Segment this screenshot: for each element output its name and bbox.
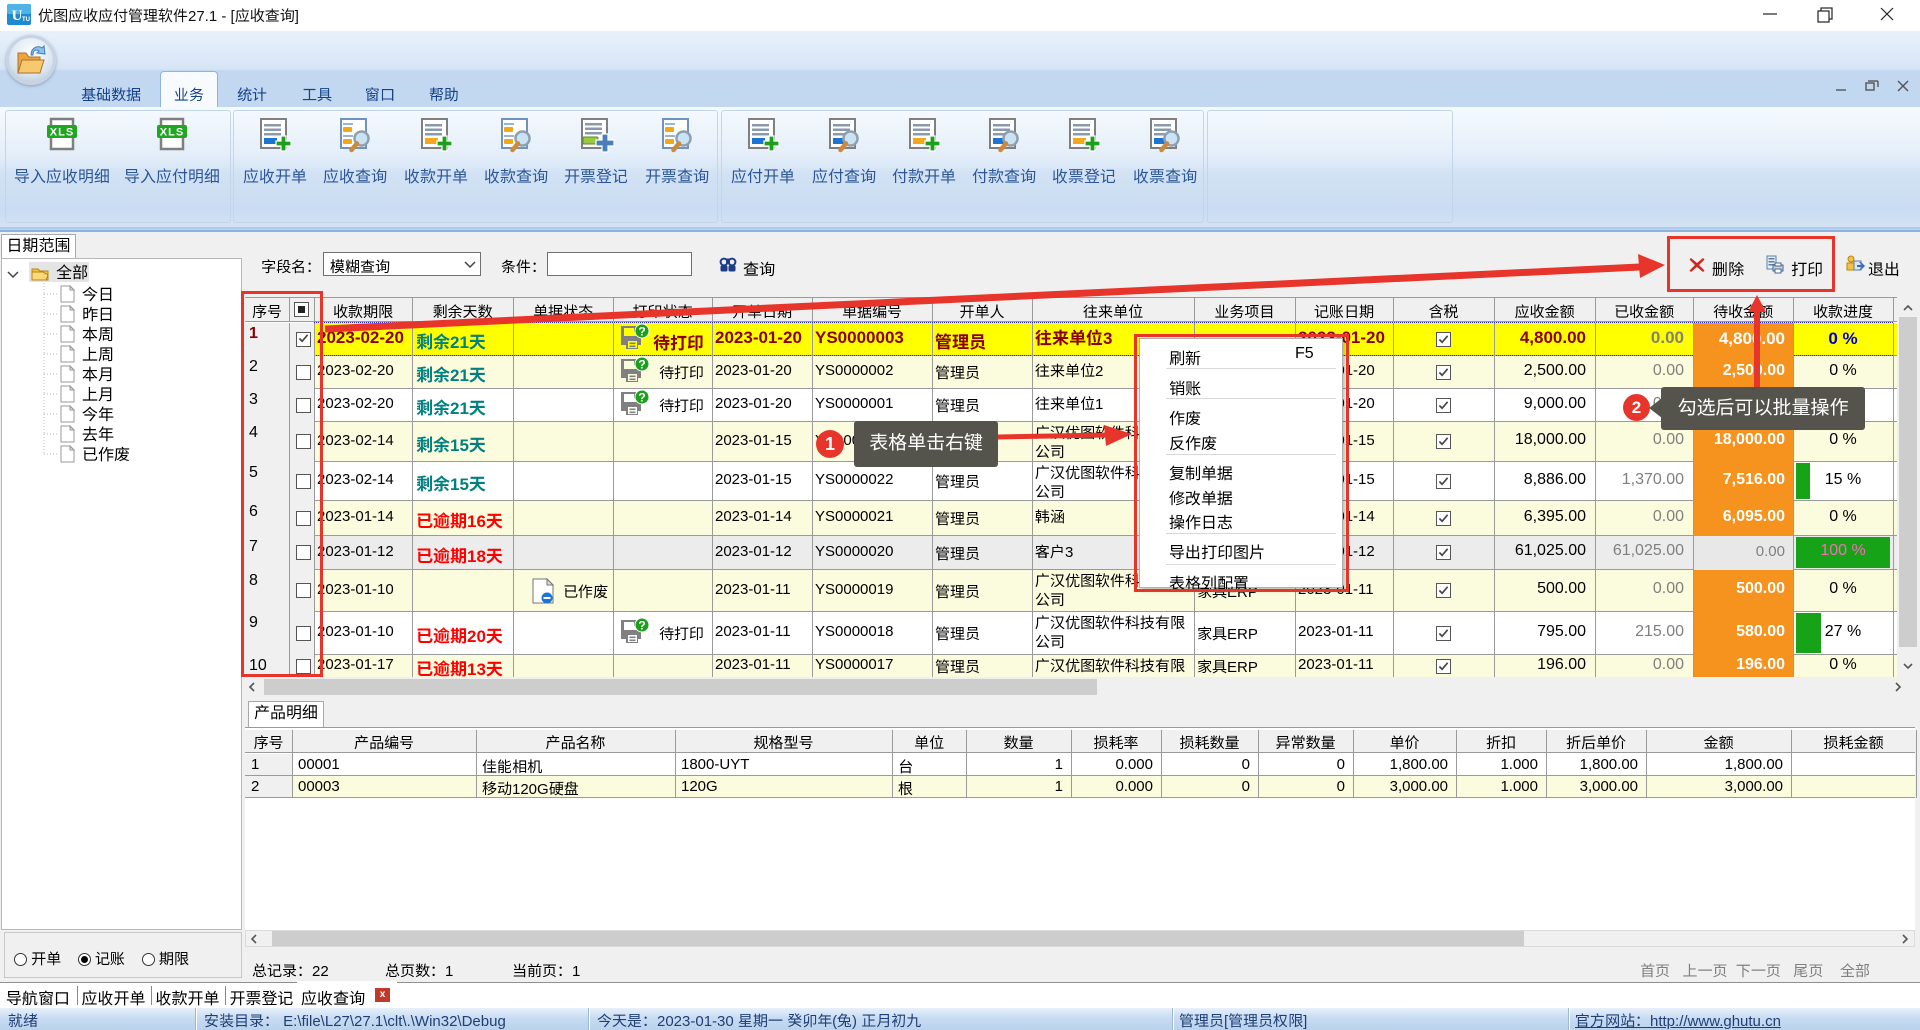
svg-text:U: U: [12, 8, 23, 24]
svg-text:XLS: XLS: [160, 127, 184, 139]
svg-text:全部: 全部: [56, 260, 88, 283]
svg-text:已作废: 已作废: [82, 441, 130, 465]
svg-text:XLS: XLS: [50, 127, 74, 139]
svg-text:TU: TU: [22, 17, 30, 23]
